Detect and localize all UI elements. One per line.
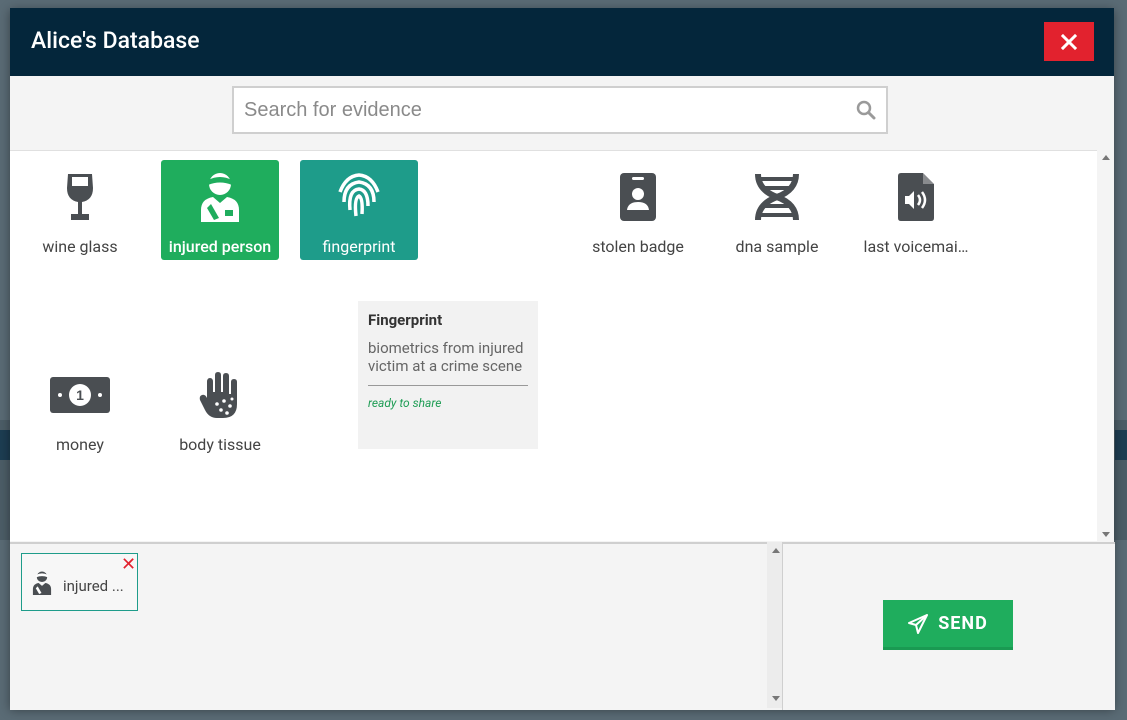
close-icon	[1061, 33, 1077, 50]
wine-glass-icon	[67, 174, 93, 220]
evidence-label: fingerprint	[322, 237, 396, 256]
voicemail-file-icon	[898, 173, 934, 221]
tooltip-status: ready to share	[368, 396, 442, 410]
injured-person-icon	[201, 173, 239, 222]
scroll-down-arrow-icon[interactable]	[1102, 532, 1110, 537]
evidence-scrollbar[interactable]	[1097, 150, 1114, 540]
money-icon: 1	[50, 377, 110, 413]
evidence-grid: wine glass injured person fingerprint st…	[10, 150, 1097, 541]
evidence-tile-injured-person[interactable]: injured person	[161, 160, 279, 260]
evidence-tile-body-tissue[interactable]: body tissue	[161, 358, 279, 458]
search-input[interactable]	[234, 88, 844, 132]
evidence-label: wine glass	[42, 237, 118, 256]
search-icon[interactable]	[856, 100, 876, 120]
send-label: SEND	[938, 613, 988, 634]
database-modal: Alice's Database wine glass	[10, 8, 1115, 710]
paper-plane-icon	[908, 613, 929, 634]
evidence-tile-fingerprint[interactable]: fingerprint	[300, 160, 418, 260]
evidence-tile-last-voicemail[interactable]: last voicemai…	[857, 160, 975, 260]
evidence-label: dna sample	[735, 237, 819, 256]
badge-icon	[620, 173, 656, 221]
scroll-up-arrow-icon[interactable]	[1102, 155, 1110, 160]
evidence-label: stolen badge	[592, 237, 684, 256]
modal-header: Alice's Database	[10, 8, 1114, 76]
tooltip-title: Fingerprint	[368, 311, 443, 329]
body-tissue-hand-icon	[199, 372, 237, 418]
scroll-down-arrow-icon[interactable]	[772, 696, 780, 701]
evidence-tooltip: Fingerprint biometrics from injured vict…	[358, 301, 538, 449]
injured-person-icon	[32, 571, 52, 595]
evidence-tile-money[interactable]: 1 money	[21, 358, 139, 458]
chip-label: injured ...	[63, 577, 124, 595]
svg-text:1: 1	[76, 387, 84, 403]
evidence-label: body tissue	[179, 435, 261, 454]
tooltip-divider	[368, 385, 528, 386]
fingerprint-icon	[338, 173, 380, 217]
evidence-label: money	[56, 435, 104, 454]
evidence-tile-stolen-badge[interactable]: stolen badge	[579, 160, 697, 260]
remove-chip-icon[interactable]: ✕	[121, 556, 136, 574]
send-button[interactable]: SEND	[883, 600, 1013, 650]
search-box	[232, 86, 888, 134]
evidence-label: last voicemai…	[863, 237, 969, 256]
modal-title: Alice's Database	[31, 27, 200, 54]
close-button[interactable]	[1044, 22, 1094, 61]
selection-scrollbar[interactable]	[767, 542, 782, 708]
tooltip-description: biometrics from injured victim at a crim…	[368, 339, 524, 375]
selected-evidence-chip[interactable]: injured ... ✕	[21, 553, 138, 611]
evidence-label: injured person	[168, 237, 272, 256]
scroll-up-arrow-icon[interactable]	[772, 548, 780, 553]
evidence-tile-wine-glass[interactable]: wine glass	[21, 160, 139, 260]
evidence-tile-dna-sample[interactable]: dna sample	[718, 160, 836, 260]
background-bar-right	[1115, 430, 1127, 460]
dna-icon	[755, 173, 799, 221]
